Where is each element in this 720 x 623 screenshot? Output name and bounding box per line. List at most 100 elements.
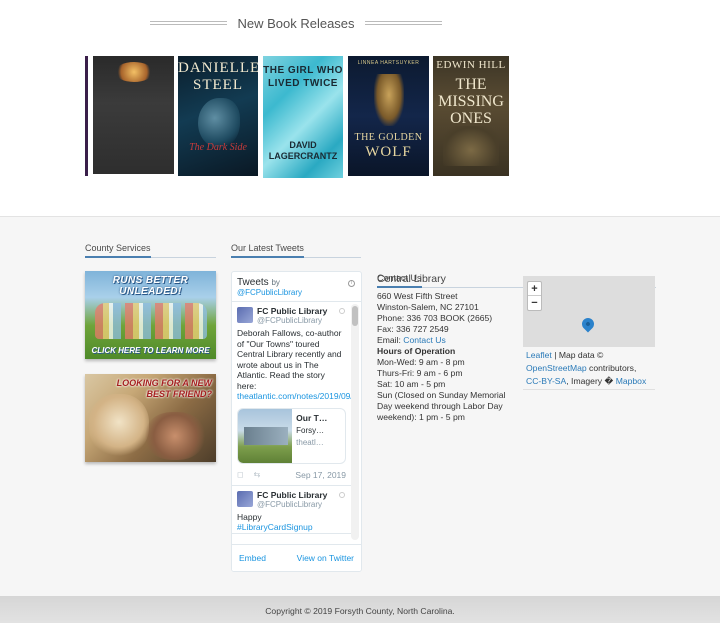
contact-info: Central Library 660 West Fifth Street Wi…	[377, 273, 517, 423]
timeline-scrollbar[interactable]	[351, 304, 359, 540]
tweet-footer: ◻ ⇆ Sep 17, 2019	[237, 464, 346, 485]
timeline-label: Tweets	[237, 277, 269, 288]
contact-us-link[interactable]: Contact Us	[403, 335, 446, 345]
scrollbar-thumb[interactable]	[352, 306, 358, 326]
retweet-icon[interactable]: ⇆	[254, 470, 261, 479]
county-services-heading: County Services	[85, 243, 216, 258]
cover-art	[115, 62, 153, 82]
hours-heading: Hours of Operation	[377, 346, 456, 356]
book-title: THE GIRL WHO LIVED TWICE	[263, 65, 343, 89]
copyright-bar: Copyright © 2019 Forsyth County, North C…	[0, 596, 720, 623]
tweet-link[interactable]: theatlantic.com/notes/2019/09/…	[237, 391, 351, 401]
info-icon[interactable]: i	[348, 280, 355, 287]
openstreetmap-link[interactable]: OpenStreetMap	[526, 363, 587, 373]
card-image-building	[244, 426, 288, 445]
book-title: THE MISSING ONES	[438, 76, 504, 127]
card-meta: Our T… Forsy… theatl…	[292, 409, 345, 463]
book-author: EDWIN HILL	[436, 59, 506, 71]
timeline-title: Tweets by	[237, 277, 280, 288]
unleaded-promo-banner[interactable]: RUNS BETTER UNLEADED! CLICK HERE TO LEAR…	[85, 271, 216, 359]
copyright-text: Copyright © 2019 Forsyth County, North C…	[265, 606, 455, 616]
mapbox-link[interactable]: Mapbox	[616, 376, 647, 386]
card-description: Forsy…	[296, 425, 325, 435]
pet-adoption-promo-banner[interactable]: LOOKING FOR A NEW BEST FRIEND?	[85, 374, 216, 462]
attribution-text: | Map data ©	[551, 350, 604, 360]
tweet-list: FC Public Library @FCPublicLibrary Debor…	[232, 302, 351, 542]
email-row: Email: Contact Us	[377, 335, 517, 346]
book-title-line2: WOLF	[365, 144, 412, 160]
twitter-timeline: Tweets by @FCPublicLibrary i FC Public L…	[231, 271, 362, 572]
heading-text: Our Latest Tweets	[231, 243, 304, 258]
tweet-author-name[interactable]: FC Public Library	[257, 306, 327, 316]
heading-text: County Services	[85, 243, 151, 258]
cover-art	[374, 74, 404, 126]
book-cover[interactable]	[93, 56, 174, 174]
timeline-header: Tweets by @FCPublicLibrary i	[232, 272, 361, 302]
location-map[interactable]: + −	[523, 276, 655, 347]
tweet-text: Deborah Fallows, co-author of "Our Towns…	[237, 328, 351, 402]
cover-art	[198, 98, 240, 148]
book-cover[interactable]: EDWIN HILL THE MISSING ONES	[433, 56, 509, 176]
cover-art	[443, 126, 499, 166]
latest-tweets-heading: Our Latest Tweets	[231, 243, 361, 258]
embed-link[interactable]: Embed	[239, 553, 266, 563]
avatar[interactable]	[237, 490, 253, 507]
tweet[interactable]: FC Public Library @FCPublicLibrary Happy…	[232, 486, 351, 534]
fax: Fax: 336 727 2549	[377, 324, 449, 334]
tweet[interactable]: FC Public Library @FCPublicLibrary Debor…	[232, 302, 351, 486]
hours-line: Sun (Closed on Sunday Memorial Day weeke…	[377, 390, 506, 422]
hours-line: Thurs-Fri: 9 am - 6 pm	[377, 368, 463, 378]
tweet-author-handle[interactable]: @FCPublicLibrary	[257, 316, 327, 325]
timeline-footer: Embed View on Twitter	[232, 544, 361, 571]
avatar[interactable]	[237, 307, 253, 323]
tweet-date[interactable]: Sep 17, 2019	[295, 470, 346, 480]
address-city: Winston-Salem, NC 27101	[377, 302, 479, 312]
book-author: DANIELLE STEEL	[178, 60, 258, 93]
timeline-handle-link[interactable]: @FCPublicLibrary	[237, 288, 356, 297]
book-author: LINNEA HARTSUYKER	[357, 60, 420, 66]
tweet-hashtag[interactable]: #LibraryCardSignup	[237, 522, 313, 532]
card-image	[238, 408, 293, 463]
twitter-bird-icon	[339, 491, 345, 498]
link-card[interactable]: Our T… Forsy… theatl…	[237, 407, 346, 464]
book-carousel: DANIELLE STEEL The Dark Side THE GIRL WH…	[85, 56, 509, 178]
previous-book-edge[interactable]	[85, 56, 88, 176]
timeline-by: by	[271, 278, 280, 287]
address-line: 660 West Fifth Street	[377, 291, 458, 301]
book-title-line1: THE GOLDEN	[354, 132, 423, 143]
book-cover[interactable]: LINNEA HARTSUYKER THE GOLDEN WOLF	[348, 56, 429, 176]
heading-rule-right	[364, 21, 442, 25]
cc-by-sa-link[interactable]: CC-BY-SA	[526, 376, 566, 386]
zoom-in-button[interactable]: +	[528, 282, 541, 296]
book-cover[interactable]: DANIELLE STEEL The Dark Side	[178, 56, 258, 176]
section-title: New Book Releases	[237, 15, 355, 31]
promo-headline: RUNS BETTER UNLEADED!	[112, 275, 189, 297]
tweet-author-name[interactable]: FC Public Library	[257, 490, 327, 500]
map-attribution: Leaflet | Map data © OpenStreetMap contr…	[523, 348, 655, 390]
reply-icon[interactable]: ◻	[237, 470, 244, 479]
tweet-actions: ◻ ⇆	[237, 470, 260, 479]
heading-rule-left	[150, 21, 228, 25]
book-cover[interactable]: THE GIRL WHO LIVED TWICE DAVID LAGERCRAN…	[263, 56, 343, 178]
attribution-text: contributors,	[586, 363, 637, 373]
hours-line: Mon-Wed: 9 am - 8 pm	[377, 357, 465, 367]
tweet-body: Happy	[237, 511, 262, 522]
email-label: Email:	[377, 335, 401, 345]
promo-headline: LOOKING FOR A NEW BEST FRIEND?	[116, 378, 212, 399]
new-releases-section: New Book Releases DANIELLE STEEL The Dar…	[0, 0, 720, 216]
footer-widgets: County Services Our Latest Tweets Contac…	[0, 216, 720, 596]
attribution-text: , Imagery �	[566, 376, 616, 386]
library-name: Central Library	[377, 273, 446, 285]
leaflet-link[interactable]: Leaflet	[526, 350, 552, 360]
zoom-out-button[interactable]: −	[528, 296, 541, 310]
card-title: Our T…	[296, 412, 328, 423]
card-url: theatl…	[296, 437, 324, 447]
book-author: DAVID LAGERCRANTZ	[268, 140, 338, 161]
map-marker-icon[interactable]	[579, 315, 597, 333]
promo-cta: CLICK HERE TO LEARN MORE	[91, 346, 210, 355]
twitter-bird-icon	[339, 308, 345, 314]
tweet-author-handle[interactable]: @FCPublicLibrary	[257, 500, 327, 509]
promo-image	[89, 394, 149, 456]
view-on-twitter-link[interactable]: View on Twitter	[297, 553, 354, 563]
section-heading: New Book Releases	[150, 14, 442, 32]
